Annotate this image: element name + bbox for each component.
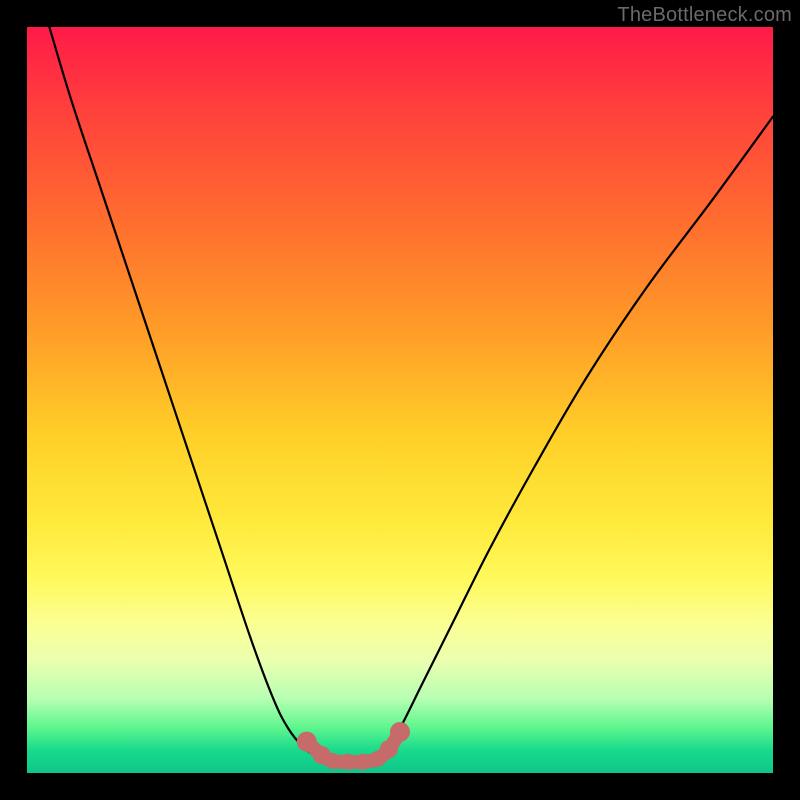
plot-area	[27, 27, 773, 773]
trough-marker	[297, 732, 317, 752]
curve-svg	[27, 27, 773, 773]
trough-marker	[355, 754, 371, 770]
bottleneck-curve	[49, 27, 773, 762]
trough-marker-group	[297, 722, 410, 770]
trough-marker	[390, 722, 410, 742]
trough-marker	[340, 754, 356, 770]
trough-marker	[380, 740, 398, 758]
watermark-text: TheBottleneck.com	[617, 4, 792, 27]
trough-marker	[325, 753, 341, 769]
chart-frame: TheBottleneck.com	[0, 0, 800, 800]
